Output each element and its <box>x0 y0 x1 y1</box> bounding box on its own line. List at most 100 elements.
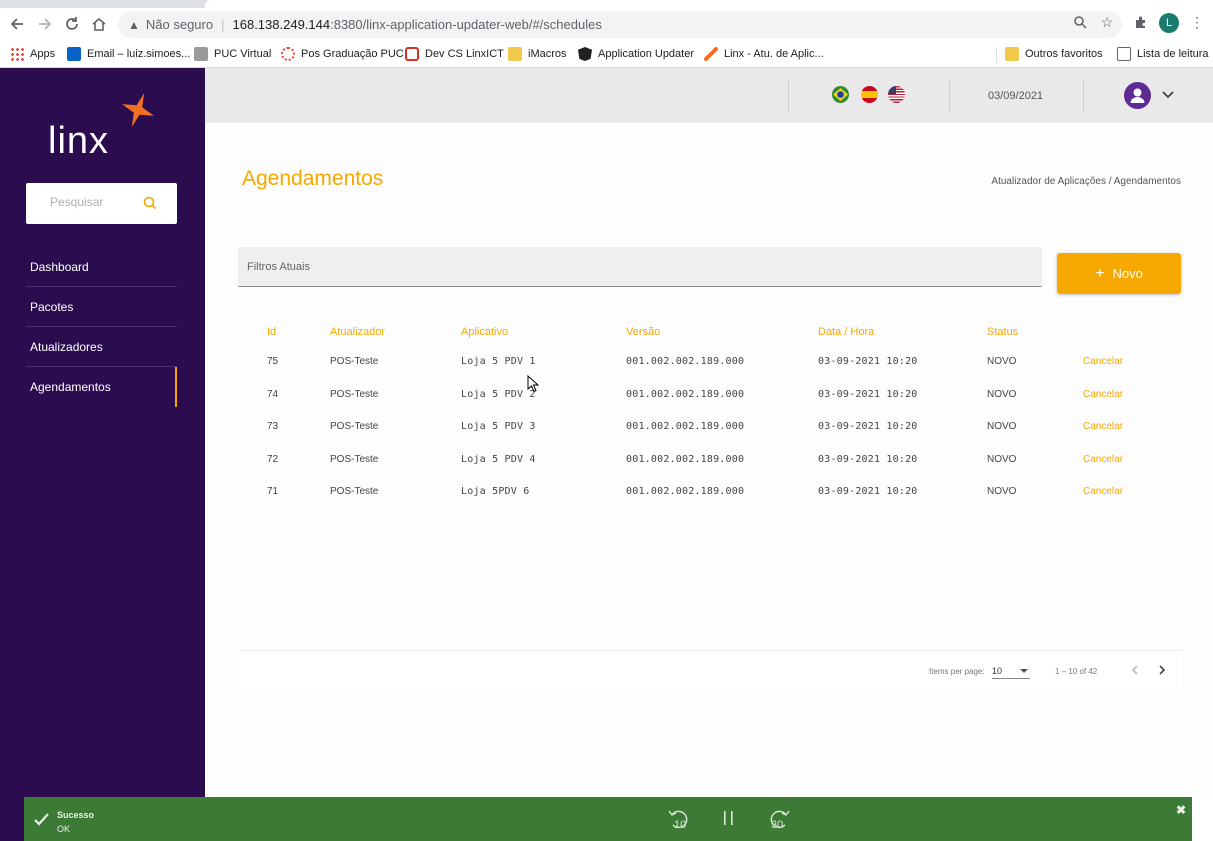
check-icon <box>34 813 49 826</box>
star-icon[interactable]: ☆ <box>1097 12 1117 32</box>
home-icon[interactable] <box>87 12 111 36</box>
filter-bar[interactable]: Filtros Atuais <box>238 247 1042 287</box>
column-header-datetime[interactable]: Data / Hora <box>818 326 874 338</box>
bookmark-lista-leitura[interactable]: Lista de leitura <box>1117 45 1209 63</box>
svg-text:10: 10 <box>674 819 686 831</box>
column-header-version[interactable]: Versão <box>626 326 660 338</box>
back-icon[interactable] <box>5 12 29 36</box>
schedules-table: Id Atualizador Aplicativo Versão Data / … <box>238 318 1181 509</box>
bookmark-application-updater[interactable]: Application Updater <box>578 45 694 63</box>
cell-app: Loja 5 PDV 1 <box>461 356 536 367</box>
bookmark-linx[interactable]: Linx - Atu. de Aplic... <box>704 45 824 63</box>
flag-brazil-icon[interactable] <box>832 86 849 103</box>
forward-icon[interactable] <box>33 12 57 36</box>
flag-spain-icon[interactable] <box>861 86 878 103</box>
cell-datetime: 03-09-2021 10:20 <box>818 453 918 465</box>
url-host: 168.138.249.144 <box>232 17 331 32</box>
previous-page-icon[interactable] <box>1128 663 1142 677</box>
dropdown-arrow-icon <box>1020 669 1028 673</box>
search-icon[interactable] <box>142 195 158 211</box>
sidebar-item-dashboard[interactable]: Dashboard <box>26 247 177 287</box>
page-size-select[interactable]: 10 <box>992 662 1030 679</box>
cell-updater: POS-Teste <box>330 421 379 432</box>
not-secure-label: Não seguro <box>145 17 214 32</box>
cell-status: NOVO <box>987 486 1017 497</box>
breadcrumb: Atualizador de Aplicações / Agendamentos <box>991 176 1181 187</box>
cancel-link[interactable]: Cancelar <box>1083 356 1123 367</box>
sidebar-menu: Dashboard Pacotes Atualizadores Agendame… <box>26 247 177 407</box>
sidebar-item-atualizadores[interactable]: Atualizadores <box>26 327 177 367</box>
cell-version: 001.002.002.189.000 <box>626 356 745 367</box>
extensions-icon[interactable] <box>1131 12 1151 32</box>
page-range: 1 – 10 of 42 <box>1055 667 1098 676</box>
cell-updater: POS-Teste <box>330 356 379 367</box>
forward-30-icon[interactable]: 30 <box>766 806 792 832</box>
cancel-link[interactable]: Cancelar <box>1083 389 1123 400</box>
puc-logo-icon <box>281 47 295 61</box>
cell-app: Loja 5 PDV 3 <box>461 421 536 432</box>
toast-title: Sucesso <box>57 810 95 820</box>
bookmark-pos-graduacao[interactable]: Pos Graduação PUC <box>281 45 404 63</box>
linx-icon <box>704 47 718 61</box>
bookmark-apps[interactable]: Apps <box>10 45 55 63</box>
sidebar-item-agendamentos[interactable]: Agendamentos <box>26 367 177 407</box>
zoom-icon[interactable] <box>1070 12 1090 32</box>
sidebar: linx Dashboard Pacotes Atualizadores Age… <box>0 68 205 841</box>
bookmark-email[interactable]: Email – luiz.simoes... <box>67 45 190 63</box>
bookmark-imacros[interactable]: iMacros <box>508 45 567 63</box>
column-header-status[interactable]: Status <box>987 326 1018 338</box>
menu-dots-icon[interactable]: ⋮ <box>1187 12 1207 32</box>
cell-datetime: 03-09-2021 10:20 <box>818 388 918 400</box>
reload-icon[interactable] <box>60 12 84 36</box>
flag-usa-icon[interactable] <box>888 86 905 103</box>
cell-id: 72 <box>267 453 279 465</box>
cell-version: 001.002.002.189.000 <box>626 453 745 465</box>
next-page-icon[interactable] <box>1155 663 1169 677</box>
page-title: Agendamentos <box>242 167 384 190</box>
logo-text: linx <box>48 120 110 162</box>
cell-updater: POS-Teste <box>330 486 379 497</box>
plus-icon: + <box>1095 264 1105 282</box>
table-row: 73 POS-Teste Loja 5 PDV 3 001.002.002.18… <box>238 411 1181 444</box>
profile-avatar[interactable]: L <box>1159 13 1179 33</box>
user-avatar-icon[interactable] <box>1124 82 1151 109</box>
header-date: 03/09/2021 <box>988 90 1044 102</box>
main-content: Agendamentos Atualizador de Aplicações /… <box>205 123 1213 797</box>
filter-label: Filtros Atuais <box>247 261 310 273</box>
cell-version: 001.002.002.189.000 <box>626 486 745 497</box>
column-header-app[interactable]: Aplicativo <box>461 326 508 338</box>
search-input[interactable] <box>50 195 140 209</box>
chevron-down-icon[interactable] <box>1160 87 1176 103</box>
cell-updater: POS-Teste <box>330 388 379 400</box>
cell-updater: POS-Teste <box>330 453 379 465</box>
cancel-link[interactable]: Cancelar <box>1083 486 1123 497</box>
cell-status: NOVO <box>987 421 1017 432</box>
angular-icon <box>578 47 592 61</box>
browser-toolbar: ▲ Não seguro | 168.138.249.144:8380/linx… <box>0 8 1213 40</box>
bookmark-puc-virtual[interactable]: PUC Virtual <box>194 45 271 63</box>
paginator: Items per page: 10 1 – 10 of 42 <box>238 650 1181 690</box>
linx-logo[interactable]: linx <box>48 92 158 162</box>
cell-app: Loja 5PDV 6 <box>461 486 530 497</box>
pause-icon[interactable] <box>716 806 742 832</box>
linx-star-icon <box>122 93 154 127</box>
rewind-10-icon[interactable]: 10 <box>666 806 692 832</box>
sidebar-item-pacotes[interactable]: Pacotes <box>26 287 177 327</box>
cell-app: Loja 5 PDV 4 <box>461 453 536 465</box>
cancel-link[interactable]: Cancelar <box>1083 454 1123 465</box>
page-size-value: 10 <box>992 666 1003 676</box>
new-schedule-button[interactable]: + Novo <box>1057 253 1181 294</box>
warning-icon: ▲ <box>128 17 140 32</box>
bookmark-outros-favoritos[interactable]: Outros favoritos <box>1005 45 1103 63</box>
search-box[interactable] <box>26 183 177 224</box>
cell-datetime: 03-09-2021 10:20 <box>818 356 918 367</box>
address-bar[interactable]: ▲ Não seguro | 168.138.249.144:8380/linx… <box>118 11 1122 38</box>
column-header-updater[interactable]: Atualizador <box>330 326 385 338</box>
bookmark-dev-cs[interactable]: Dev CS LinxICT <box>405 45 504 63</box>
table-row: 74 POS-Teste Loja 5 PDV 2 001.002.002.18… <box>238 379 1181 412</box>
toast-message: OK <box>57 824 71 834</box>
tab-strip <box>0 0 1213 8</box>
column-header-id[interactable]: Id <box>267 326 276 338</box>
close-icon[interactable]: ✖ <box>1176 803 1186 817</box>
cancel-link[interactable]: Cancelar <box>1083 421 1123 432</box>
